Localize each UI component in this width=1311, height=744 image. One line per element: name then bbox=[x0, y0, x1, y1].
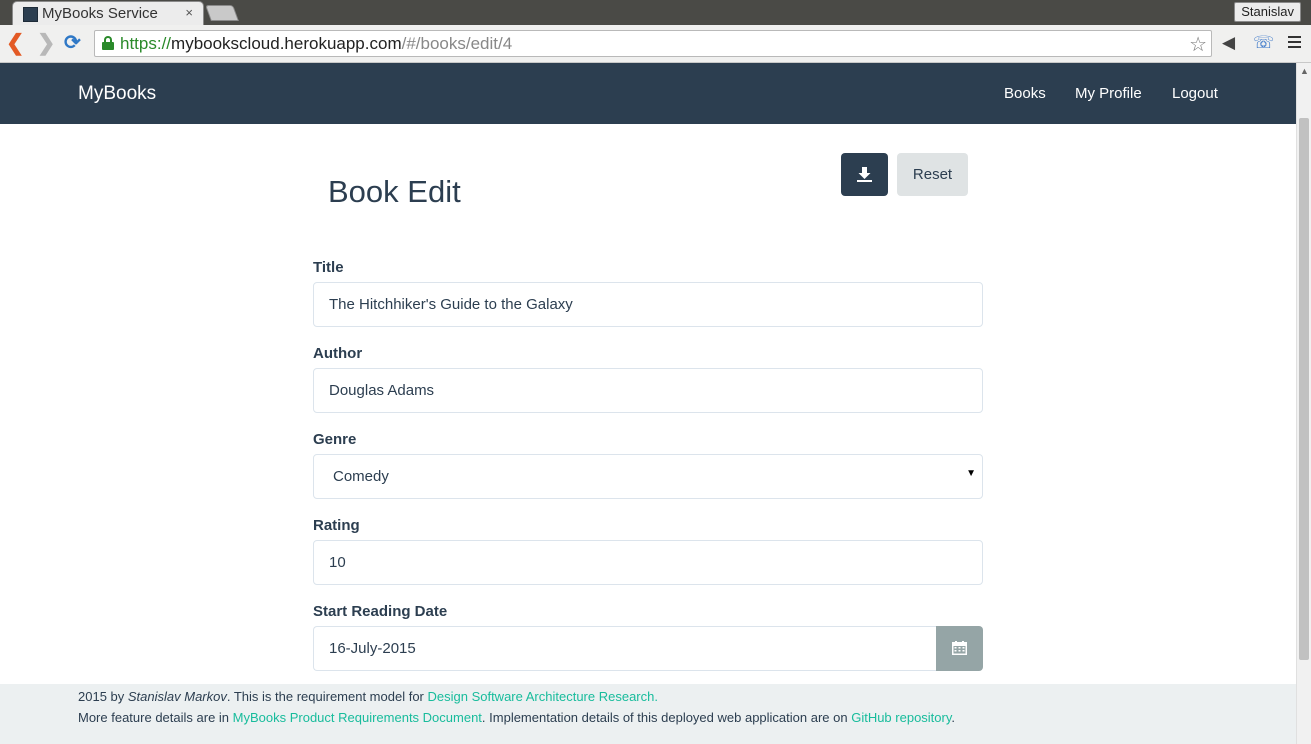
research-link[interactable]: Design Software Architecture Research. bbox=[427, 689, 658, 704]
footer-text: More feature details are in bbox=[78, 710, 233, 725]
page-scrollbar[interactable]: ▲ bbox=[1296, 63, 1311, 744]
profile-button[interactable]: Stanislav bbox=[1234, 2, 1301, 22]
calendar-button[interactable] bbox=[936, 626, 983, 671]
github-repo-link[interactable]: GitHub repository bbox=[851, 710, 951, 725]
footer-line-2: More feature details are in MyBooks Prod… bbox=[78, 710, 955, 725]
author-input[interactable] bbox=[313, 368, 983, 413]
rating-label: Rating bbox=[313, 517, 360, 534]
scroll-up-icon[interactable]: ▲ bbox=[1300, 66, 1309, 76]
address-bar[interactable]: https://mybookscloud.herokuapp.com/#/boo… bbox=[94, 30, 1212, 57]
menu-icon[interactable] bbox=[1288, 36, 1301, 51]
favicon-icon bbox=[23, 7, 38, 22]
lock-icon bbox=[102, 36, 114, 50]
page-title: Book Edit bbox=[328, 174, 461, 209]
author-label: Author bbox=[313, 345, 363, 362]
genre-label: Genre bbox=[313, 431, 357, 448]
navbar: MyBooks Books My Profile Logout bbox=[0, 63, 1296, 124]
url-host: mybookscloud.herokuapp.com bbox=[171, 34, 402, 53]
save-button[interactable] bbox=[841, 153, 888, 196]
forward-icon[interactable]: ❯ bbox=[37, 30, 55, 56]
scroll-thumb[interactable] bbox=[1299, 118, 1309, 660]
genre-select[interactable]: Comedy ▼ bbox=[313, 454, 983, 499]
browser-tabstrip: MyBooks Service × Stanislav bbox=[0, 0, 1311, 25]
nav-books-link[interactable]: Books bbox=[1004, 85, 1046, 102]
start-date-label: Start Reading Date bbox=[313, 603, 448, 620]
footer-author: Stanislav Markov bbox=[127, 689, 227, 704]
browser-toolbar: ❮ ❯ ⟳ https://mybookscloud.herokuapp.com… bbox=[0, 25, 1311, 63]
footer: 2015 by Stanislav Markov. This is the re… bbox=[0, 684, 1296, 744]
url-scheme: https:// bbox=[120, 34, 172, 53]
extension-icon[interactable]: ☏ bbox=[1253, 33, 1274, 53]
footer-text: . bbox=[951, 710, 956, 725]
reset-button[interactable]: Reset bbox=[897, 153, 968, 196]
footer-text: . This is the requirement model for bbox=[226, 689, 428, 704]
url-text[interactable]: https://mybookscloud.herokuapp.com/#/boo… bbox=[120, 34, 512, 54]
footer-text: . Implementation details of this deploye… bbox=[481, 710, 852, 725]
url-path: /#/books/edit/4 bbox=[401, 34, 513, 53]
browser-tab[interactable]: MyBooks Service × bbox=[12, 1, 204, 25]
nav-my-profile-link[interactable]: My Profile bbox=[1075, 85, 1142, 102]
reload-icon[interactable]: ⟳ bbox=[64, 30, 81, 56]
tab-close-icon[interactable]: × bbox=[185, 5, 193, 20]
genre-selected-value: Comedy bbox=[333, 468, 389, 485]
page-viewport: MyBooks Books My Profile Logout Book Edi… bbox=[0, 63, 1296, 744]
title-label: Title bbox=[313, 259, 344, 276]
start-date-input[interactable] bbox=[313, 626, 937, 671]
footer-year: 2015 by bbox=[78, 689, 128, 704]
rating-input[interactable] bbox=[313, 540, 983, 585]
brand-link[interactable]: MyBooks bbox=[78, 83, 156, 105]
requirements-doc-link[interactable]: MyBooks Product Requirements Document bbox=[233, 710, 482, 725]
new-tab-button[interactable] bbox=[205, 5, 239, 21]
title-input[interactable] bbox=[313, 282, 983, 327]
back-icon[interactable]: ❮ bbox=[6, 30, 24, 56]
extension-icon[interactable]: ◀ bbox=[1222, 33, 1235, 53]
nav-logout-link[interactable]: Logout bbox=[1172, 85, 1218, 102]
footer-line-1: 2015 by Stanislav Markov. This is the re… bbox=[78, 689, 658, 704]
tab-title: MyBooks Service bbox=[42, 5, 158, 22]
download-icon bbox=[857, 167, 872, 182]
star-icon[interactable]: ☆ bbox=[1189, 32, 1207, 57]
calendar-icon bbox=[952, 641, 967, 655]
dropdown-arrow-icon: ▼ bbox=[966, 468, 976, 479]
